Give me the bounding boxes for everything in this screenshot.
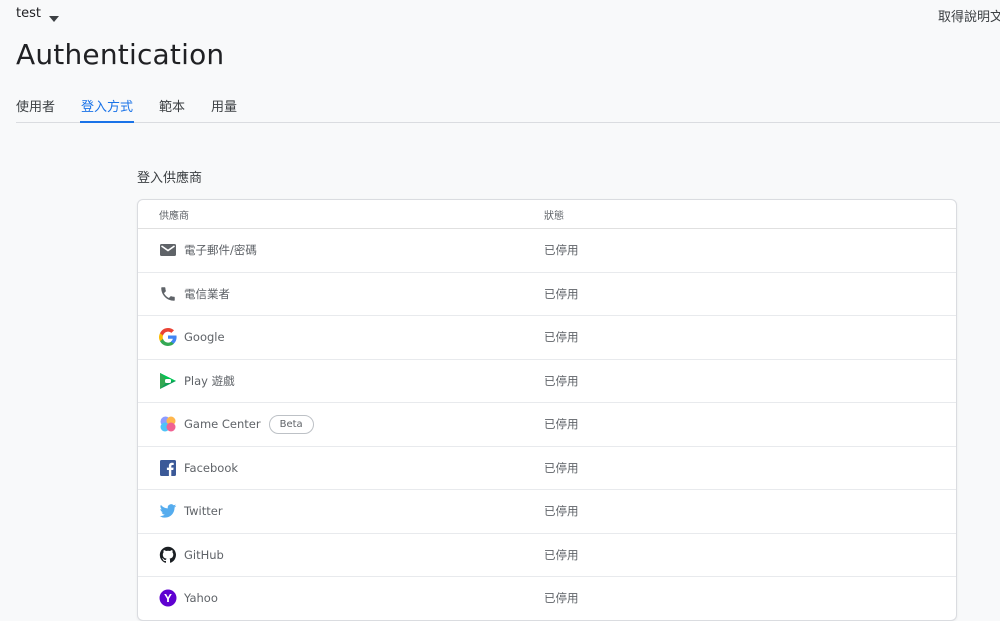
table-row[interactable]: Google 已停用 [138, 316, 956, 360]
project-name: test [16, 6, 41, 21]
table-row[interactable]: 電信業者 已停用 [138, 273, 956, 316]
table-row[interactable]: 電子郵件/密碼 已停用 [138, 229, 956, 273]
status-text: 已停用 [544, 286, 579, 301]
github-icon [159, 546, 177, 564]
table-row[interactable]: Twitter 已停用 [138, 490, 956, 534]
provider-name: Game Center [184, 417, 261, 432]
beta-badge: Beta [268, 414, 314, 434]
facebook-icon [159, 459, 177, 477]
provider-name: Twitter [184, 504, 223, 519]
status-text: 已停用 [544, 243, 579, 258]
tab-users[interactable]: 使用者 [16, 90, 55, 122]
help-docs-link[interactable]: 取得說明文件 [938, 6, 1000, 25]
table-row[interactable]: Yahoo 已停用 [138, 577, 956, 620]
status-text: 已停用 [544, 591, 579, 606]
providers-table: 供應商 狀態 電子郵件/密碼 已停用 電信業者 已停用 Google 已停用 P… [137, 199, 957, 621]
provider-name: Play 遊戲 [184, 373, 235, 388]
status-text: 已停用 [544, 504, 579, 519]
provider-name: 電信業者 [184, 286, 230, 301]
provider-name: 電子郵件/密碼 [184, 243, 257, 258]
status-text: 已停用 [544, 373, 579, 388]
chevron-down-icon [48, 11, 59, 22]
play-games-icon [159, 372, 177, 390]
provider-name: GitHub [184, 547, 224, 562]
project-selector[interactable]: test [16, 6, 59, 22]
game-center-icon [159, 415, 177, 433]
phone-icon [159, 285, 177, 303]
google-icon [159, 328, 177, 347]
twitter-icon [159, 502, 177, 520]
provider-name: Google [184, 330, 225, 345]
page-title: Authentication [16, 38, 225, 71]
table-row[interactable]: Game Center Beta 已停用 [138, 403, 956, 447]
status-text: 已停用 [544, 417, 579, 432]
status-text: 已停用 [544, 460, 579, 475]
section-title: 登入供應商 [137, 171, 203, 186]
yahoo-icon [159, 589, 177, 607]
top-bar: test 取得說明文件 [0, 0, 1000, 32]
status-text: 已停用 [544, 547, 579, 562]
tab-sign-in-method[interactable]: 登入方式 [80, 90, 135, 123]
table-header: 供應商 狀態 [138, 200, 956, 229]
column-header-provider: 供應商 [159, 210, 189, 222]
tab-usage[interactable]: 用量 [211, 90, 237, 122]
table-row[interactable]: Play 遊戲 已停用 [138, 360, 956, 403]
status-text: 已停用 [544, 330, 579, 345]
tab-templates[interactable]: 範本 [159, 90, 185, 122]
tab-bar: 使用者 登入方式 範本 用量 [16, 90, 1000, 123]
table-row[interactable]: GitHub 已停用 [138, 534, 956, 577]
provider-name: Facebook [184, 460, 239, 475]
table-row[interactable]: Facebook 已停用 [138, 447, 956, 490]
email-icon [159, 241, 177, 259]
provider-name: Yahoo [184, 591, 218, 606]
column-header-status: 狀態 [544, 210, 564, 222]
